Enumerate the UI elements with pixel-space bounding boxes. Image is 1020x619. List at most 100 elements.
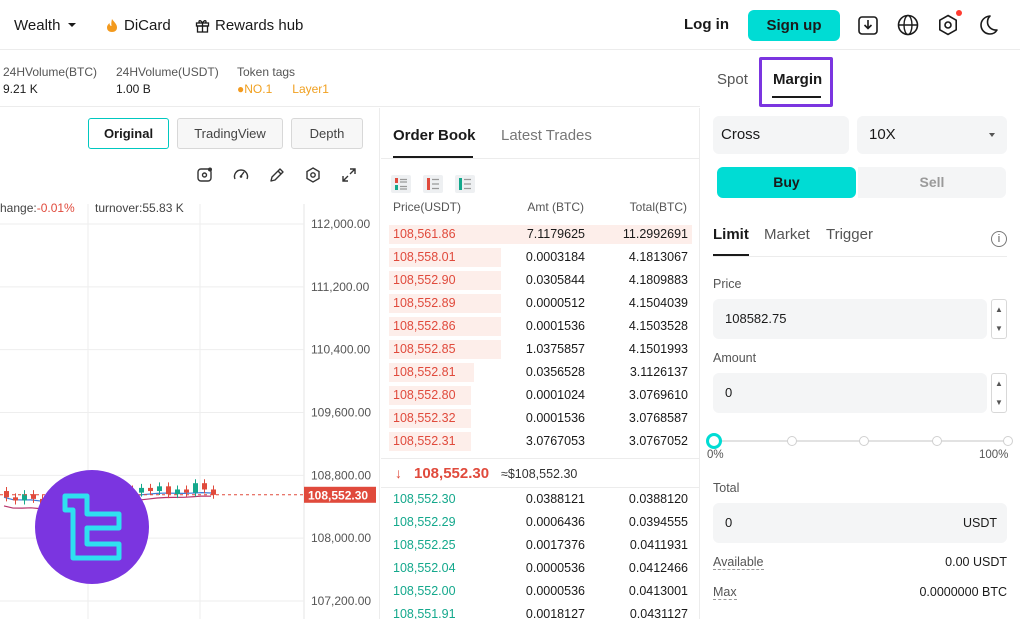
- amount-slider-thumb[interactable]: [706, 433, 722, 449]
- slider-step-75[interactable]: [932, 436, 942, 446]
- price-stepper[interactable]: ▲ ▼: [991, 299, 1007, 339]
- tab-trigger[interactable]: Trigger: [826, 226, 873, 243]
- view-both-icon[interactable]: [391, 175, 411, 193]
- candle-body: [13, 497, 18, 501]
- slider-step-25[interactable]: [787, 436, 797, 446]
- ask-price: 108,552.81: [393, 365, 456, 379]
- ask-price: 108,552.80: [393, 388, 456, 402]
- ask-price: 108,552.86: [393, 319, 456, 333]
- bid-row[interactable]: 108,552.29 0.0006436 0.0394555: [381, 511, 700, 534]
- nav-rewards-hub[interactable]: Rewards hub: [195, 0, 303, 50]
- leverage-select[interactable]: 10X: [857, 116, 1007, 154]
- head-total: Total(BTC): [629, 200, 687, 214]
- ask-amount: 3.0767053: [525, 434, 585, 448]
- order-tab-separator: [713, 256, 1007, 257]
- last-price: 108,552.30: [414, 465, 490, 482]
- chevron-down-icon[interactable]: ▼: [992, 393, 1006, 412]
- ask-row[interactable]: 108,552.86 0.0001536 4.1503528: [381, 315, 700, 338]
- stat-volume-btc-value: 9.21 K: [3, 82, 38, 96]
- chevron-up-icon[interactable]: ▲: [992, 374, 1006, 393]
- amount-stepper[interactable]: ▲ ▼: [991, 373, 1007, 413]
- sell-button[interactable]: Sell: [858, 167, 1006, 198]
- ask-row[interactable]: 108,552.31 3.0767053 3.0767052: [381, 430, 700, 453]
- view-original-button[interactable]: Original: [88, 118, 169, 149]
- last-price-tag-label: 108,552.30: [308, 488, 368, 502]
- nav-dicard[interactable]: DiCard: [105, 0, 171, 50]
- view-bids-icon[interactable]: [455, 175, 475, 193]
- bid-row[interactable]: 108,552.25 0.0017376 0.0411931: [381, 534, 700, 557]
- stat-volume-usdt: 24HVolume(USDT) 1.00 B: [116, 65, 219, 96]
- bid-total: 0.0431127: [629, 607, 688, 619]
- bid-amount: 0.0018127: [525, 607, 585, 619]
- bid-total: 0.0413001: [628, 584, 688, 598]
- token-tags-values: ●NO.1 Layer1: [237, 82, 329, 96]
- draw-pencil-icon[interactable]: [268, 166, 286, 184]
- tab-latest-trades[interactable]: Latest Trades: [501, 127, 592, 144]
- fullscreen-icon[interactable]: [340, 166, 358, 184]
- amount-label: Amount: [713, 351, 757, 365]
- bid-total: 0.0388120: [628, 492, 688, 506]
- leverage-value: 10X: [869, 126, 896, 143]
- head-amount: Amt (BTC): [527, 200, 584, 214]
- orderbook-panel: Order Book Latest Trades Price(USDT) Amt…: [381, 108, 700, 619]
- tab-limit[interactable]: Limit: [713, 226, 749, 243]
- bid-price: 108,551.91: [393, 607, 456, 619]
- ask-total: 3.0769610: [628, 388, 688, 402]
- ask-row[interactable]: 108,552.32 0.0001536 3.0768587: [381, 407, 700, 430]
- view-depth-button[interactable]: Depth: [291, 118, 363, 149]
- bid-row[interactable]: 108,551.91 0.0018127 0.0431127: [381, 603, 700, 619]
- ask-price: 108,552.32: [393, 411, 456, 425]
- tab-spot[interactable]: Spot: [717, 71, 748, 88]
- bid-row[interactable]: 108,552.00 0.0000536 0.0413001: [381, 580, 700, 603]
- indicator-icon[interactable]: [196, 166, 214, 184]
- bid-row[interactable]: 108,552.04 0.0000536 0.0412466: [381, 557, 700, 580]
- brand-logo: [35, 470, 149, 584]
- tag-layer1[interactable]: Layer1: [292, 82, 329, 96]
- flame-icon: [107, 18, 117, 32]
- gauge-icon[interactable]: [232, 166, 250, 184]
- max-label: Max: [713, 585, 737, 600]
- margin-mode-select[interactable]: Cross: [713, 116, 849, 154]
- chevron-up-icon[interactable]: ▲: [992, 300, 1006, 319]
- amount-input[interactable]: [713, 373, 987, 413]
- ask-total: 3.0767052: [628, 434, 688, 448]
- tab-order-book[interactable]: Order Book: [393, 127, 476, 144]
- ask-row[interactable]: 108,552.85 1.0375857 4.1501993: [381, 338, 700, 361]
- moon-icon[interactable]: [976, 13, 1000, 37]
- bid-row[interactable]: 108,552.30 0.0388121 0.0388120: [381, 488, 700, 511]
- slider-step-100[interactable]: [1003, 436, 1013, 446]
- tag-no1[interactable]: NO.1: [244, 82, 272, 96]
- ask-row[interactable]: 108,552.81 0.0356528 3.1126137: [381, 361, 700, 384]
- y-tick-label: 108,800.00: [311, 468, 371, 482]
- download-icon[interactable]: [856, 13, 880, 37]
- candle-body: [157, 486, 162, 492]
- price-input[interactable]: [713, 299, 987, 339]
- chart-settings-icon[interactable]: [304, 166, 322, 184]
- ask-row[interactable]: 108,552.89 0.0000512 4.1504039: [381, 292, 700, 315]
- tab-market[interactable]: Market: [764, 226, 810, 243]
- candle-body: [166, 486, 171, 495]
- view-tradingview-button[interactable]: TradingView: [177, 118, 283, 149]
- bid-amount: 0.0000536: [525, 584, 585, 598]
- ask-row[interactable]: 108,552.80 0.0001024 3.0769610: [381, 384, 700, 407]
- buy-button[interactable]: Buy: [717, 167, 856, 198]
- info-icon[interactable]: i: [991, 231, 1007, 247]
- caret-down-icon: [989, 133, 995, 137]
- ask-row[interactable]: 108,552.90 0.0305844 4.1809883: [381, 269, 700, 292]
- settings-icon[interactable]: [936, 13, 960, 37]
- ask-row[interactable]: 108,561.86 7.1179625 11.2992691: [381, 223, 700, 246]
- signup-button[interactable]: Sign up: [748, 10, 840, 41]
- ask-total: 4.1809883: [628, 273, 688, 287]
- slider-step-50[interactable]: [859, 436, 869, 446]
- chevron-down-icon[interactable]: ▼: [992, 319, 1006, 338]
- ask-row[interactable]: 108,558.01 0.0003184 4.1813067: [381, 246, 700, 269]
- globe-icon[interactable]: [896, 13, 920, 37]
- arrow-down-icon: ↓: [395, 465, 402, 481]
- login-button[interactable]: Log in: [684, 0, 729, 50]
- y-tick-label: 111,200.00: [311, 280, 370, 294]
- stat-volume-btc: 24HVolume(BTC) 9.21 K: [3, 65, 97, 96]
- view-asks-icon[interactable]: [423, 175, 443, 193]
- nav-wealth[interactable]: Wealth: [14, 0, 78, 50]
- stat-token-tags: Token tags ●NO.1 Layer1: [237, 65, 329, 96]
- y-tick-label: 107,200.00: [311, 594, 371, 608]
